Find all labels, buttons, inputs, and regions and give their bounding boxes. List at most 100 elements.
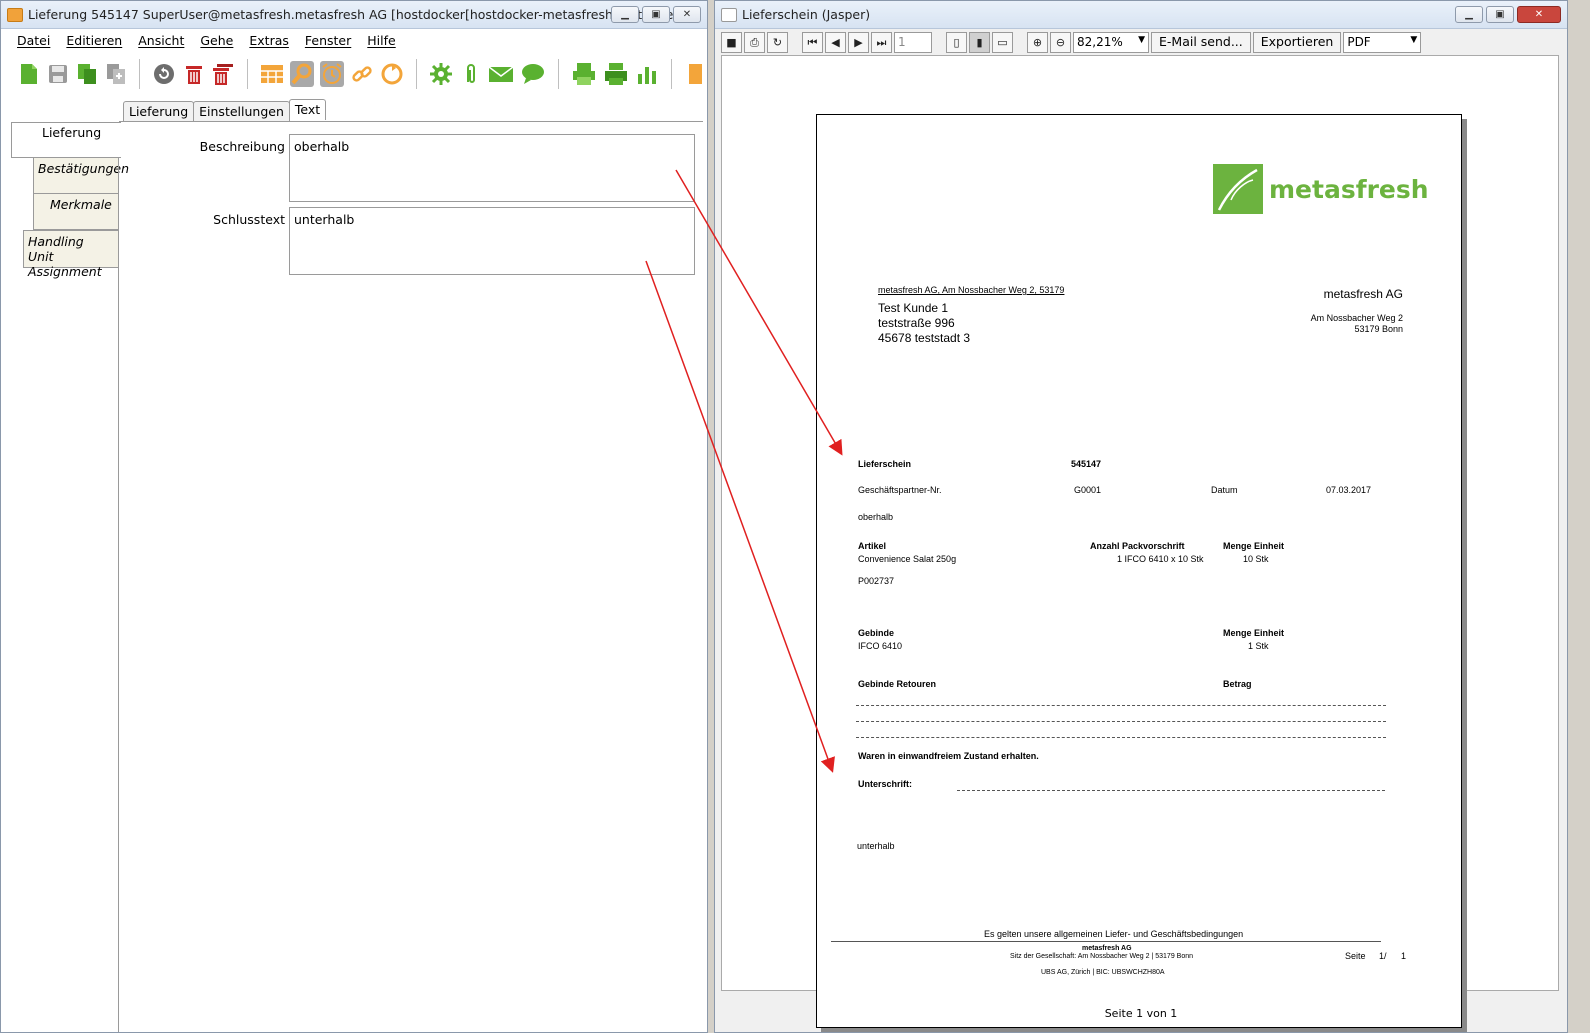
zoom-in-icon[interactable]: ⊕ — [1027, 31, 1048, 53]
bp-value: G0001 — [1074, 485, 1102, 495]
closing-text: unterhalb — [857, 841, 895, 851]
signature-line — [957, 790, 1385, 791]
toolbar-separator — [558, 59, 560, 89]
left-titlebar: Lieferung 545147 SuperUser@metasfresh.me… — [1, 1, 707, 29]
zoom-select[interactable]: 82,21% ▼ — [1073, 31, 1149, 53]
actual-size-icon[interactable]: ▯ — [946, 31, 967, 53]
side-tab-handling-line1: Handling — [28, 234, 84, 249]
lieferung-window: Lieferung 545147 SuperUser@metasfresh.me… — [0, 0, 708, 1033]
description-text: oberhalb — [858, 512, 894, 522]
last-page-icon[interactable]: ⏭ — [871, 31, 892, 53]
record-tabs: Lieferung Einstellungen Text — [123, 99, 327, 121]
artikel-name: Convenience Salat 250g — [858, 554, 957, 564]
menu-editieren[interactable]: Editieren — [58, 33, 130, 48]
retouren-line-3 — [856, 737, 1386, 738]
email-icon[interactable] — [488, 61, 514, 87]
attachment-icon[interactable] — [459, 61, 482, 87]
chat-icon[interactable] — [520, 61, 546, 87]
save-button[interactable] — [46, 61, 69, 87]
report-toolbar: ■ ⎙ ↻ ⏮ ◀ ▶ ⏭ 1 ▯ ▮ ▭ ⊕ ⊖ 82,21% ▼ E-Mail… — [715, 29, 1567, 55]
menu-datei[interactable]: Datei — [9, 33, 58, 48]
minimize-button[interactable]: ▁ — [611, 6, 639, 23]
chevron-down-icon: ▼ — [1410, 34, 1418, 45]
maximize-button[interactable]: ▣ — [642, 6, 670, 23]
tab-divider — [119, 121, 703, 122]
bp-label: Geschäftspartner-Nr. — [858, 485, 942, 495]
side-tab-lieferung[interactable]: Lieferung — [11, 122, 121, 158]
process-gear-icon[interactable] — [429, 61, 453, 87]
find-icon[interactable] — [290, 61, 315, 87]
previous-page-icon[interactable]: ◀ — [825, 31, 846, 53]
reminder-alarm-icon[interactable] — [320, 61, 345, 87]
copy-details-button[interactable] — [104, 61, 127, 87]
beschreibung-field[interactable]: oberhalb — [289, 134, 695, 202]
undo-icon[interactable] — [152, 61, 176, 87]
schlusstext-field[interactable]: unterhalb — [289, 207, 695, 275]
side-tab-handling-unit-assignment[interactable]: Handling Unit Assignment — [23, 230, 119, 279]
delete-icon[interactable] — [182, 61, 205, 87]
tab-lieferung[interactable]: Lieferung — [123, 101, 195, 121]
logo-text: metasfresh — [1269, 174, 1429, 204]
left-window-title: Lieferung 545147 SuperUser@metasfresh.me… — [28, 7, 698, 22]
tab-einstellungen[interactable]: Einstellungen — [193, 101, 290, 121]
pack-header: Anzahl Packvorschrift — [1090, 541, 1185, 551]
footer-total: 1 — [1401, 951, 1407, 961]
menge-header: Menge Einheit — [1223, 541, 1285, 551]
format-select[interactable]: PDF ▼ — [1343, 31, 1422, 53]
email-send-button[interactable]: E-Mail send... — [1151, 31, 1251, 53]
menu-gehe[interactable]: Gehe — [192, 33, 241, 48]
footer-bank: UBS AG, Zürich | BIC: UBSWCHZH80A — [1041, 969, 1165, 976]
toolbar-separator — [671, 59, 672, 89]
zoom-out-icon[interactable]: ⊖ — [1050, 31, 1071, 53]
menu-ansicht[interactable]: Ansicht — [130, 33, 192, 48]
company-name: metasfresh AG — [1323, 287, 1403, 301]
first-page-icon[interactable]: ⏮ — [802, 31, 823, 53]
reload-icon[interactable]: ↻ — [767, 31, 788, 53]
waren-text: Waren in einwandfreiem Zustand erhalten. — [858, 751, 1039, 761]
link-icon[interactable] — [350, 61, 374, 87]
fit-page-icon[interactable]: ▮ — [969, 31, 990, 53]
grid-toggle-icon[interactable] — [260, 61, 284, 87]
chevron-down-icon: ▼ — [1138, 34, 1145, 45]
gebinde-name: IFCO 6410 — [858, 641, 903, 651]
main-toolbar — [1, 51, 707, 97]
artikel-code: P002737 — [858, 576, 895, 586]
leaf-logo-icon — [1213, 164, 1263, 214]
delete-selection-icon[interactable] — [211, 61, 235, 87]
menu-fenster[interactable]: Fenster — [297, 33, 359, 48]
print-preview-icon[interactable] — [571, 61, 597, 87]
report-viewer[interactable]: metasfresh metasfresh AG, Am Nossbacher … — [721, 55, 1559, 1028]
save-report-icon[interactable]: ■ — [721, 31, 742, 53]
close-button[interactable]: ✕ — [673, 6, 701, 23]
footer-company: metasfresh AG — [1082, 945, 1132, 952]
report-chart-icon[interactable] — [635, 61, 659, 87]
menu-hilfe[interactable]: Hilfe — [359, 33, 403, 48]
menge-value: 10 Stk — [1243, 554, 1269, 564]
next-page-icon[interactable]: ▶ — [848, 31, 869, 53]
minimize-button[interactable]: ▁ — [1455, 6, 1483, 23]
company-street: Am Nossbacher Weg 2 — [1310, 313, 1403, 323]
java-app-icon — [721, 7, 737, 22]
toolbar-separator — [247, 59, 249, 89]
maximize-button[interactable]: ▣ — [1486, 6, 1514, 23]
side-tab-merkmale[interactable]: Merkmale — [33, 193, 119, 230]
right-titlebar: Lieferschein (Jasper) ▁ ▣ ✕ — [715, 1, 1567, 29]
footer-seat: Sitz der Gesellschaft: Am Nossbacher Weg… — [1010, 953, 1194, 960]
fit-width-icon[interactable]: ▭ — [992, 31, 1013, 53]
pack-value: 1 IFCO 6410 x 10 Stk — [1117, 554, 1204, 564]
page-status: Seite 1 von 1 — [1104, 1007, 1178, 1020]
refresh-icon[interactable] — [380, 61, 404, 87]
tab-text[interactable]: Text — [288, 99, 327, 120]
copy-record-button[interactable] — [75, 61, 98, 87]
menu-extras[interactable]: Extras — [241, 33, 297, 48]
page-number-input[interactable]: 1 — [894, 31, 932, 53]
print-report-icon[interactable]: ⎙ — [744, 31, 765, 53]
export-button[interactable]: Exportieren — [1252, 31, 1342, 53]
recipient-line-2: teststraße 996 — [878, 316, 955, 330]
print-icon[interactable] — [603, 61, 629, 87]
close-button[interactable]: ✕ — [1517, 6, 1561, 23]
new-record-button[interactable] — [17, 61, 40, 87]
archive-icon[interactable] — [684, 61, 707, 87]
metasfresh-logo: metasfresh — [1213, 164, 1429, 214]
side-tab-bestaetigungen[interactable]: Bestätigungen — [33, 157, 129, 194]
